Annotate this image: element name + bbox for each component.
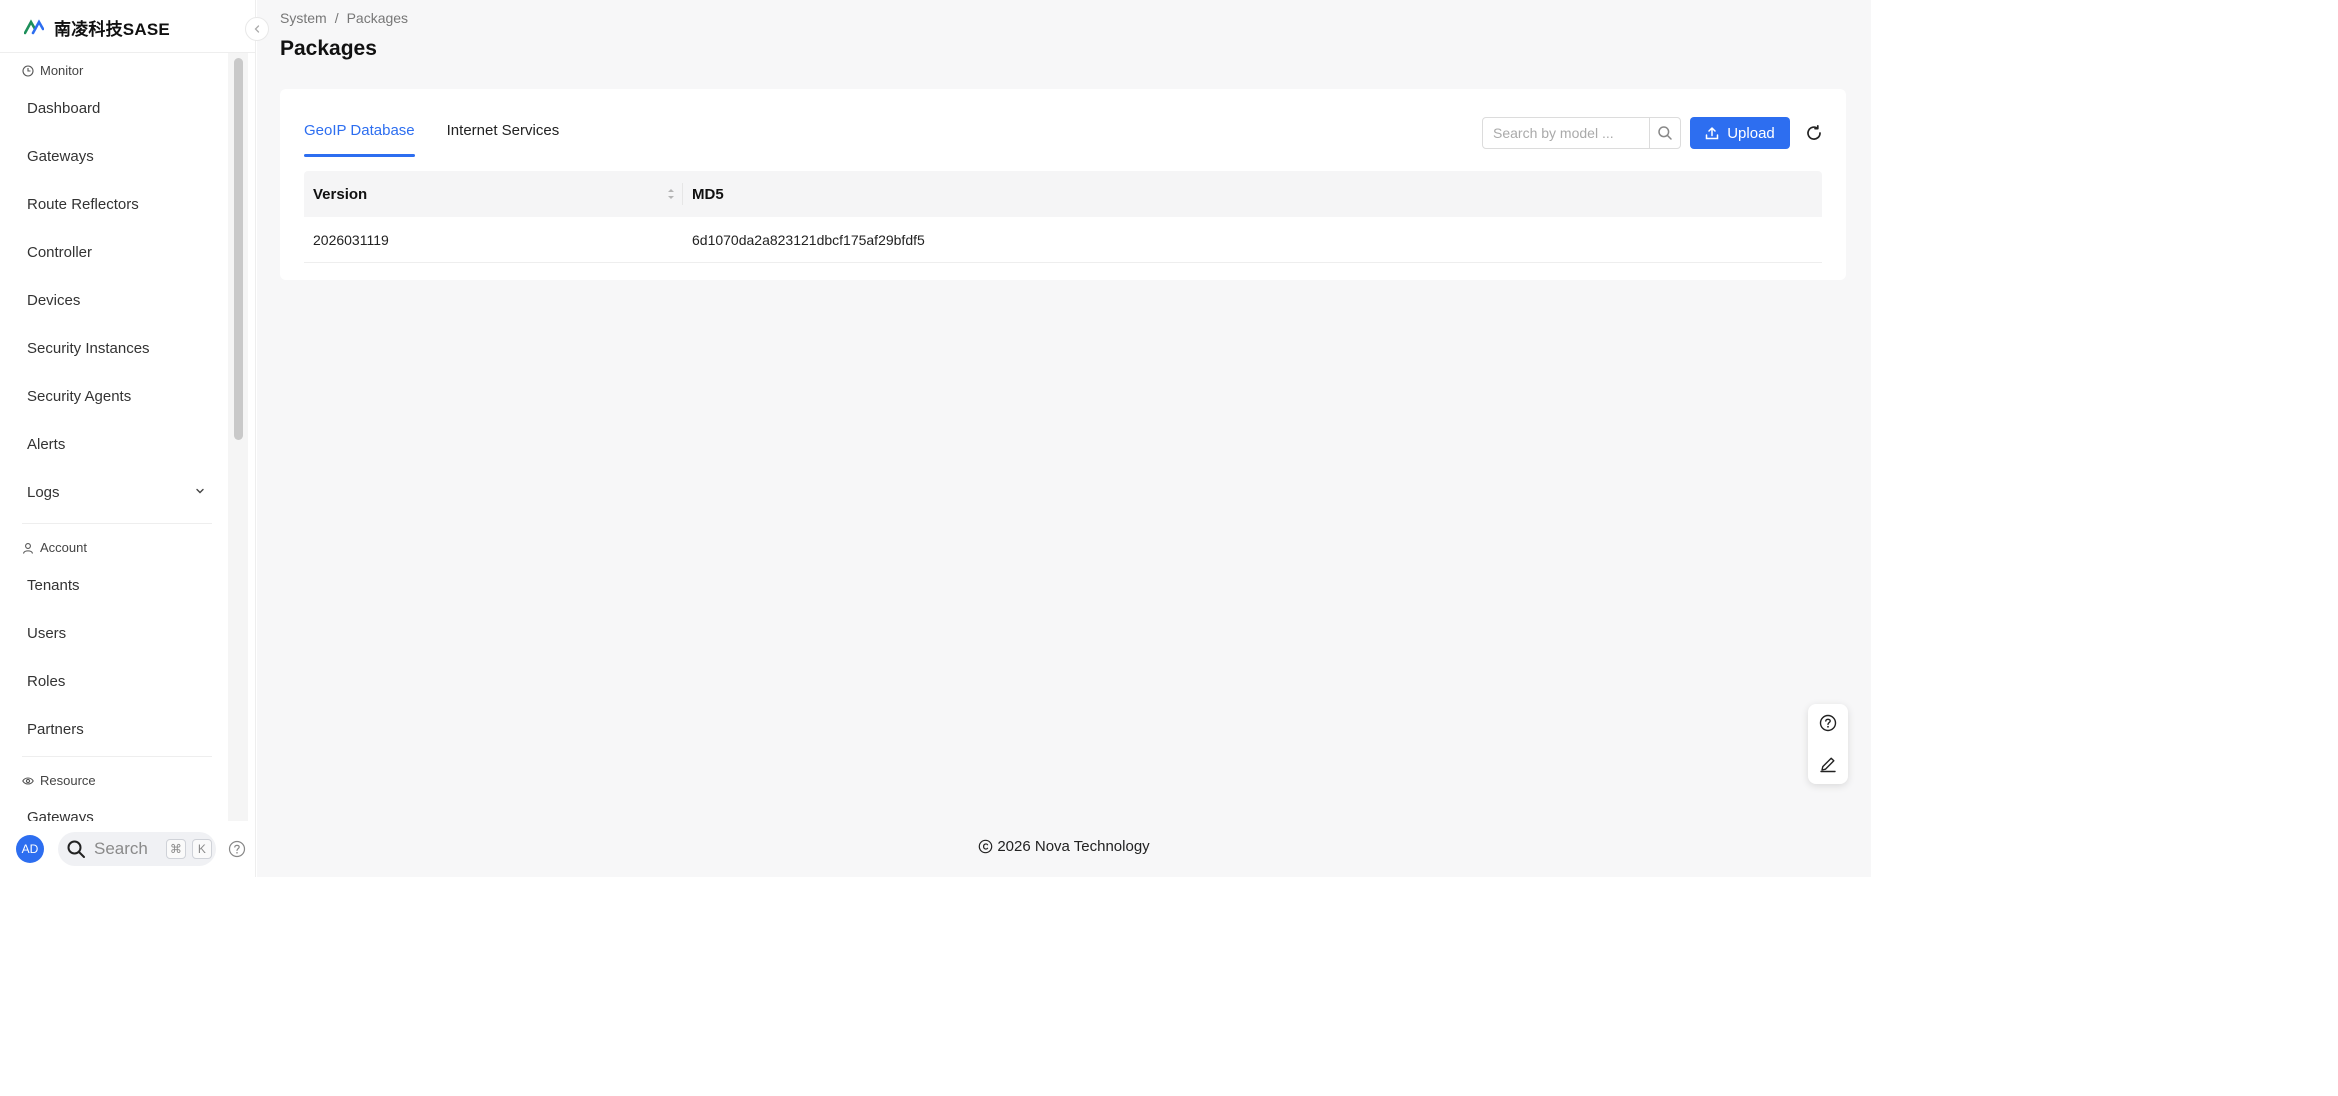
search-label: Search	[94, 839, 148, 858]
column-label: Version	[313, 185, 368, 203]
sidebar-item-label: Logs	[27, 483, 60, 501]
nav-group-monitor: Monitor	[22, 63, 83, 78]
group-title: Monitor	[40, 63, 84, 78]
scrollbar[interactable]	[234, 58, 243, 440]
nav-menu: Monitor Dashboard Gateways Route Reflect…	[0, 53, 232, 821]
sidebar: 南凌科技SASE Monitor Dashboard Gateways Rout…	[0, 0, 256, 877]
eye-icon	[22, 776, 34, 785]
sidebar-item-label: Devices	[27, 291, 81, 309]
sidebar-item-label: Security Agents	[27, 387, 132, 405]
floating-toolbar	[1808, 704, 1848, 784]
copyright-icon	[979, 839, 993, 854]
nav-group-resource: Resource	[22, 773, 96, 788]
collapse-sidebar-button[interactable]	[245, 17, 269, 41]
brand-name: 南凌科技SASE	[54, 19, 170, 39]
sidebar-item-label: Roles	[27, 672, 66, 690]
sidebar-footer: AD Search ⌘ K	[0, 830, 256, 870]
page-title: Packages	[280, 37, 377, 60]
sidebar-item-label: Dashboard	[27, 99, 101, 117]
search-icon	[1658, 126, 1672, 140]
chevron-left-icon	[254, 25, 260, 33]
refresh-button[interactable]	[1800, 119, 1828, 147]
sidebar-item-gateways[interactable]: Gateways	[27, 136, 217, 176]
search-input[interactable]: Search by model ...	[1482, 117, 1650, 149]
sidebar-item-dashboard[interactable]: Dashboard	[27, 88, 217, 128]
table-row[interactable]: 2026031119 6d1070da2a823121dbcf175af29bf…	[304, 217, 1822, 263]
column-label: MD5	[692, 185, 724, 203]
sidebar-item-controller[interactable]: Controller	[27, 232, 217, 272]
sidebar-item-users[interactable]: Users	[27, 613, 217, 653]
sidebar-item-label: Controller	[27, 243, 93, 261]
breadcrumb-system[interactable]: System	[280, 10, 327, 26]
cell-md5: 6d1070da2a823121dbcf175af29bfdf5	[692, 231, 925, 248]
search-button[interactable]	[1649, 117, 1681, 149]
sidebar-item-label: Partners	[27, 720, 84, 738]
upload-label: Upload	[1727, 124, 1775, 142]
sidebar-item-devices[interactable]: Devices	[27, 280, 217, 320]
upload-button[interactable]: Upload	[1690, 117, 1790, 149]
tab-bar: GeoIP Database Internet Services	[304, 122, 560, 157]
sidebar-item-label: Route Reflectors	[27, 195, 139, 213]
sidebar-item-partners[interactable]: Partners	[27, 709, 217, 749]
sidebar-item-logs[interactable]: Logs	[27, 472, 217, 512]
sidebar-item-label: Gateways	[27, 808, 94, 822]
sidebar-item-security-instances[interactable]: Security Instances	[27, 328, 217, 368]
sidebar-item-alerts[interactable]: Alerts	[27, 424, 217, 464]
group-title: Account	[40, 540, 87, 555]
refresh-icon	[1807, 124, 1821, 140]
tab-internet-services[interactable]: Internet Services	[447, 122, 560, 156]
sidebar-item-label: Alerts	[27, 435, 66, 453]
help-icon[interactable]	[1819, 714, 1837, 732]
edit-icon[interactable]	[1819, 755, 1837, 773]
user-icon	[22, 542, 34, 554]
tab-geoip-database[interactable]: GeoIP Database	[304, 122, 415, 157]
column-header-version[interactable]: Version	[304, 183, 683, 205]
sort-icon[interactable]	[666, 186, 676, 202]
footer: 2026 Nova Technology	[257, 838, 1871, 855]
group-title: Resource	[40, 773, 96, 788]
divider	[22, 523, 212, 524]
avatar[interactable]: AD	[16, 835, 44, 863]
search-icon	[67, 840, 85, 858]
sidebar-item-security-agents[interactable]: Security Agents	[27, 376, 217, 416]
sidebar-item-resource-gateways[interactable]: Gateways	[27, 797, 217, 822]
sidebar-item-tenants[interactable]: Tenants	[27, 565, 217, 605]
sidebar-item-label: Tenants	[27, 576, 80, 594]
packages-table: Version MD5 2026031119 6d1070da2a823121d…	[304, 171, 1822, 263]
sidebar-item-label: Users	[27, 624, 67, 642]
sidebar-item-roles[interactable]: Roles	[27, 661, 217, 701]
packages-card: GeoIP Database Internet Services Search …	[280, 89, 1846, 280]
column-header-md5: MD5	[683, 171, 724, 217]
table-header: Version MD5	[304, 171, 1822, 217]
kbd-command: ⌘	[165, 839, 186, 859]
sidebar-item-label: Gateways	[27, 147, 94, 165]
upload-icon	[1705, 127, 1719, 140]
kbd-k: K	[191, 839, 212, 859]
logo-icon	[24, 19, 44, 35]
clock-icon	[22, 64, 34, 77]
footer-text: 2026 Nova Technology	[997, 838, 1150, 855]
main-content: System / Packages Packages GeoIP Databas…	[257, 0, 1871, 877]
sidebar-item-label: Security Instances	[27, 339, 150, 357]
breadcrumb: System / Packages	[280, 10, 408, 26]
sidebar-item-route-reflectors[interactable]: Route Reflectors	[27, 184, 217, 224]
divider	[22, 756, 212, 757]
breadcrumb-current: Packages	[346, 10, 409, 26]
brand[interactable]: 南凌科技SASE	[24, 14, 170, 40]
help-icon[interactable]	[228, 840, 246, 858]
nav-group-account: Account	[22, 540, 87, 555]
breadcrumb-separator: /	[334, 10, 339, 26]
chevron-down-icon	[196, 488, 204, 494]
command-search-button[interactable]: Search ⌘ K	[58, 832, 216, 866]
cell-version: 2026031119	[313, 231, 389, 248]
